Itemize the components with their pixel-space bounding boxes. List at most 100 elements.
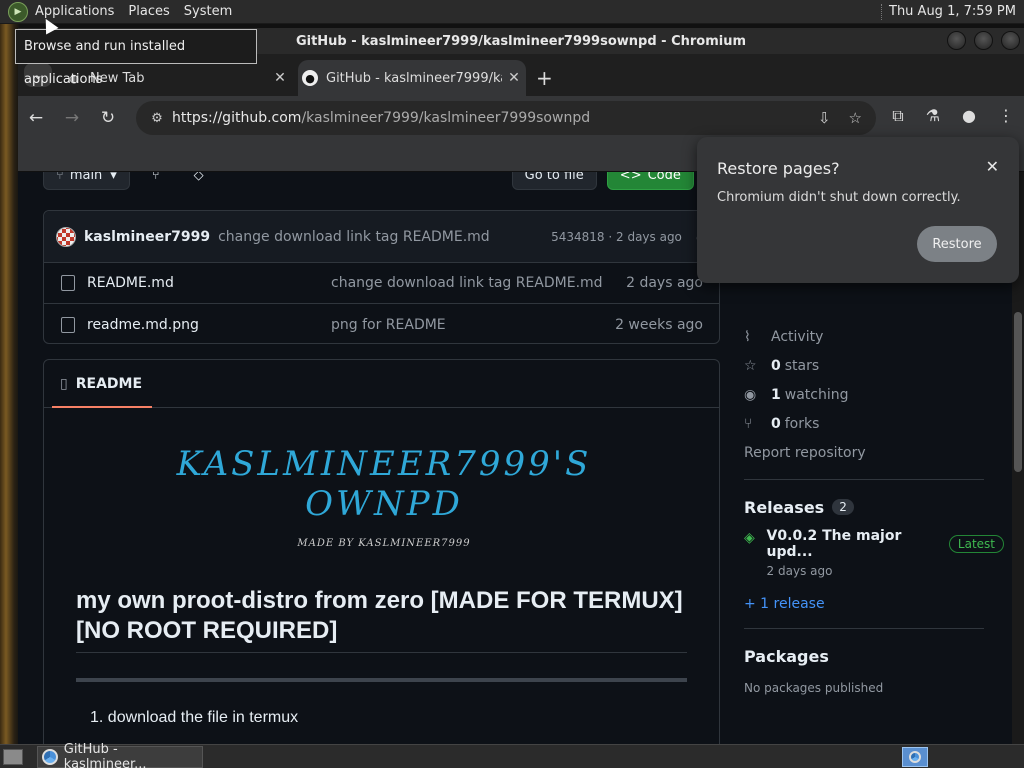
table-row[interactable]: README.md change download link tag READM… [44, 263, 719, 304]
file-time: 2 weeks ago [615, 316, 703, 333]
install-app-icon[interactable]: ⇩ [818, 109, 831, 127]
more-releases-link[interactable]: + 1 release [744, 592, 1004, 616]
tab-github[interactable]: ● GitHub - kaslmineer7999/ka ✕ [298, 60, 526, 96]
tags-button[interactable]: ◇ [182, 172, 216, 190]
caret-down-icon: ▾ [110, 172, 117, 183]
github-icon: ● [302, 70, 318, 86]
code-button[interactable]: <> Code [606, 172, 694, 190]
release-title-row: V0.0.2 The major upd... Latest [767, 528, 1004, 560]
profile-icon[interactable]: ● [962, 106, 976, 126]
releases-title: Releases [744, 497, 825, 517]
list-item: 1. download the file in termux [90, 709, 299, 726]
workspace-switcher[interactable] [902, 746, 928, 767]
commit-author[interactable]: kaslmineer7999 [84, 229, 210, 245]
code-icon: <> [619, 172, 642, 183]
reload-button[interactable]: ↻ [90, 108, 126, 128]
bookmark-star-icon[interactable]: ☆ [849, 109, 862, 127]
tab-label: GitHub - kaslmineer7999/ka [326, 70, 502, 86]
branches-icon: ⑂ [151, 172, 160, 183]
file-commit-message[interactable]: change download link tag README.md [331, 275, 626, 291]
go-to-file-button[interactable]: Go to file [511, 172, 597, 190]
branch-icon: ⑂ [56, 172, 64, 183]
tag-icon: ◇ [193, 172, 204, 183]
readme-panel: ▯ README KASLMINEER7999'S OWNPD MADE BY … [43, 359, 720, 744]
restore-button[interactable]: Restore [917, 226, 997, 262]
eye-icon: ◉ [744, 386, 757, 403]
star-icon: ☆ [744, 357, 757, 374]
forward-button[interactable]: → [54, 108, 90, 128]
readme-banner-image: KASLMINEER7999'S OWNPD MADE BY KASLMINEE… [94, 444, 674, 549]
browser-toolbar: ← → ↻ ⚙ https://github.com /kaslmineer79… [18, 96, 1024, 140]
commit-message[interactable]: change download link tag README.md [218, 229, 490, 245]
taskbar-window-button[interactable]: GitHub - kaslmineer... [37, 742, 203, 768]
stars-count: 0 [771, 357, 781, 374]
file-name[interactable]: README.md [87, 275, 331, 291]
heading-divider [76, 652, 687, 653]
sidebar-item-activity[interactable]: ⌇ Activity [744, 322, 1004, 351]
readme-tab[interactable]: README [76, 376, 142, 392]
activity-label: Activity [771, 328, 824, 345]
panel-separator [881, 3, 883, 20]
readme-heading: my own proot-distro from zero [MADE FOR … [76, 587, 683, 644]
close-icon[interactable]: ✕ [986, 157, 999, 176]
toolbar-actions: ⧉ ⚗ ● ⋮ [892, 106, 1014, 126]
stars-label: stars [784, 357, 820, 374]
applications-tooltip: Browse and run installed applications [15, 29, 257, 87]
file-icon [61, 316, 75, 333]
close-tab-icon[interactable]: ✕ [502, 70, 526, 86]
horizontal-rule [76, 678, 687, 682]
commit-meta[interactable]: 5434818 · 2 days ago [551, 230, 682, 244]
releases-heading[interactable]: Releases 2 [744, 492, 1004, 522]
window-title: GitHub - kaslmineer7999/kaslmineer7999so… [295, 33, 747, 49]
bottom-taskbar: GitHub - kaslmineer... [0, 742, 1024, 768]
close-window-button[interactable] [1001, 31, 1020, 50]
branch-name: main [69, 172, 103, 183]
table-row[interactable]: readme.md.png png for README 2 weeks ago [44, 304, 719, 345]
distro-logo-icon[interactable]: ▶ [8, 1, 28, 22]
repo-actions-row: ⑂ main ▾ ⑂ ◇ Go to file <> Code [43, 172, 694, 190]
show-desktop-button[interactable] [3, 748, 23, 765]
back-button[interactable]: ← [18, 108, 54, 128]
url-path: /kaslmineer7999/kaslmineer7999sownpd [301, 110, 591, 126]
branches-button[interactable]: ⑂ [140, 172, 172, 190]
maximize-button[interactable] [974, 31, 993, 50]
new-tab-button[interactable]: + [536, 66, 553, 90]
file-commit-message[interactable]: png for README [331, 317, 615, 333]
sidebar-divider [744, 628, 984, 629]
branch-selector[interactable]: ⑂ main ▾ [43, 172, 130, 190]
menu-system[interactable]: System [177, 0, 239, 24]
sidebar-divider [744, 479, 984, 480]
menu-places[interactable]: Places [121, 0, 176, 24]
packages-title: Packages [744, 646, 829, 666]
labs-flask-icon[interactable]: ⚗ [926, 106, 940, 126]
repo-sidebar: ⌇ Activity ☆ 0 stars ◉ 1 watching ⑂ 0 fo… [744, 322, 1004, 695]
report-repository-link[interactable]: Report repository [744, 438, 1004, 467]
restore-pages-dialog: Restore pages? ✕ Chromium didn't shut do… [697, 137, 1019, 283]
watching-label: watching [784, 386, 849, 403]
clock-label[interactable]: Thu Aug 1, 7:59 PM [889, 4, 1016, 19]
sidebar-item-forks[interactable]: ⑂ 0 forks [744, 409, 1004, 438]
active-tab-underline [52, 406, 152, 408]
sidebar-item-stars[interactable]: ☆ 0 stars [744, 351, 1004, 380]
latest-release[interactable]: ◈ V0.0.2 The major upd... Latest 2 days … [744, 528, 1004, 578]
url-host: https://github.com [172, 110, 302, 126]
banner-subtitle: MADE BY KASLMINEER7999 [297, 538, 471, 549]
minimize-button[interactable] [947, 31, 966, 50]
release-title[interactable]: V0.0.2 The major upd... [767, 528, 937, 560]
packages-heading[interactable]: Packages [744, 641, 1004, 671]
fork-icon: ⑂ [744, 415, 753, 432]
menu-kebab-icon[interactable]: ⋮ [998, 106, 1014, 126]
file-name[interactable]: readme.md.png [87, 317, 331, 333]
extensions-icon[interactable]: ⧉ [892, 106, 903, 126]
chromium-icon [909, 750, 921, 763]
avatar[interactable] [56, 226, 76, 247]
forks-label: forks [784, 415, 820, 432]
scrollbar-thumb[interactable] [1014, 312, 1022, 472]
clock-area: Thu Aug 1, 7:59 PM [881, 3, 1024, 20]
file-icon [61, 275, 75, 291]
sidebar-item-watching[interactable]: ◉ 1 watching [744, 380, 1004, 409]
address-bar[interactable]: ⚙ https://github.com /kaslmineer7999/kas… [136, 101, 876, 135]
close-tab-icon[interactable]: ✕ [268, 70, 292, 86]
site-info-icon[interactable]: ⚙ [142, 111, 172, 126]
browser-window: GitHub - kaslmineer7999/kaslmineer7999so… [18, 28, 1024, 744]
